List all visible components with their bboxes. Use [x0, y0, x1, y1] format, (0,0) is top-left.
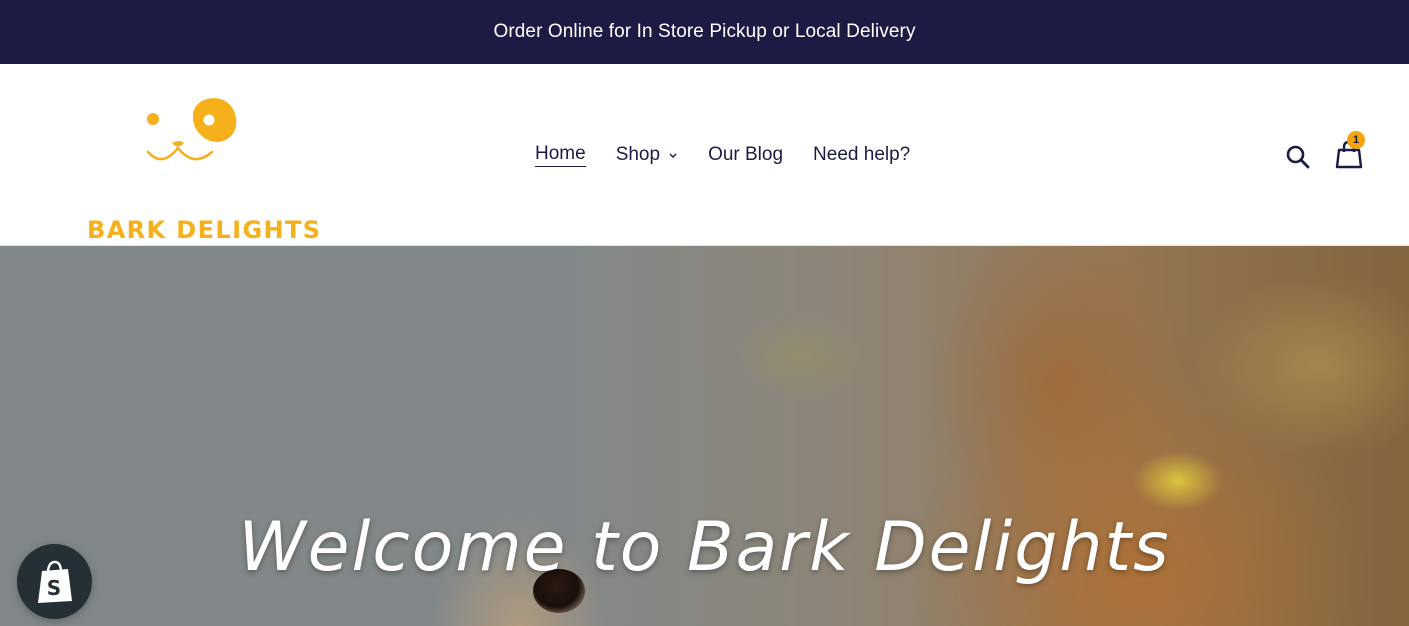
- hero-banner: Welcome to Bark Delights: [0, 246, 1409, 626]
- nav-blog[interactable]: Our Blog: [708, 144, 783, 166]
- nav-help[interactable]: Need help?: [813, 144, 910, 166]
- search-icon[interactable]: [1285, 144, 1311, 170]
- chevron-down-icon: [669, 153, 677, 158]
- shopify-badge[interactable]: S: [17, 544, 92, 619]
- nav-home[interactable]: Home: [535, 143, 586, 167]
- hero-title: Welcome to Bark Delights: [238, 508, 1171, 587]
- brand-logo[interactable]: BARK DELIGHTS: [84, 92, 320, 244]
- brand-name: BARK DELIGHTS: [87, 216, 322, 244]
- dog-face-icon: [146, 98, 237, 161]
- hero-light-flare: [1133, 451, 1223, 511]
- announcement-bar: Order Online for In Store Pickup or Loca…: [0, 0, 1409, 64]
- nav-shop-label: Shop: [615, 144, 661, 165]
- shopify-bag-icon: S: [37, 560, 72, 603]
- shopify-letter: S: [46, 576, 60, 600]
- announcement-text[interactable]: Order Online for In Store Pickup or Loca…: [493, 21, 915, 43]
- main-nav: Home Shop Our Blog Need help?: [535, 142, 940, 168]
- cart-count-badge: 1: [1347, 131, 1365, 149]
- site-header: BARK DELIGHTS Home Shop Our Blog Need he…: [0, 64, 1409, 246]
- nav-shop[interactable]: Shop: [616, 144, 678, 166]
